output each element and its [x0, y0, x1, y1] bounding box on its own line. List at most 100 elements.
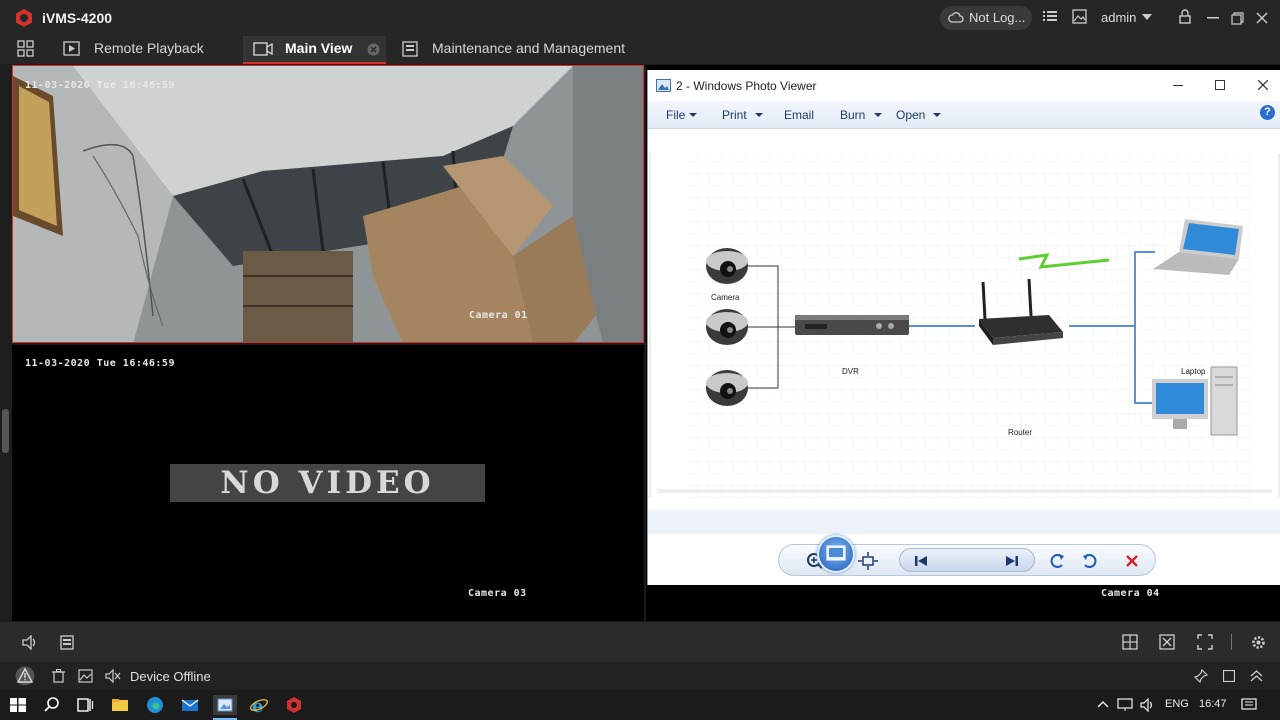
- mute-icon[interactable]: [105, 669, 121, 683]
- menu-print[interactable]: Print: [722, 108, 747, 122]
- video-pane-1[interactable]: 11-03-2020 Tue 16:46:59 Camera 01: [12, 65, 644, 343]
- photo-viewer-title: 2 - Windows Photo Viewer: [676, 79, 817, 93]
- chevron-up-icon[interactable]: [1250, 670, 1263, 682]
- cloud-icon: [948, 12, 964, 23]
- panel-collapse-handle[interactable]: [2, 409, 9, 453]
- lock-icon[interactable]: [1179, 9, 1191, 24]
- toolbar-divider: [1231, 634, 1232, 650]
- close-all-windows-icon[interactable]: [1159, 634, 1175, 650]
- previous-icon[interactable]: [908, 548, 934, 574]
- user-menu[interactable]: admin: [1101, 10, 1136, 25]
- chevron-down-icon[interactable]: [933, 113, 941, 117]
- osd-camera-label: Camera 04: [1101, 588, 1160, 599]
- osd-camera-label: Camera 01: [469, 310, 528, 321]
- tab-label: Remote Playback: [94, 40, 204, 56]
- no-video-banner: NO VIDEO: [170, 464, 485, 502]
- fullscreen-icon[interactable]: [1197, 634, 1213, 650]
- menu-burn[interactable]: Burn: [840, 108, 865, 122]
- internet-explorer-icon[interactable]: e: [249, 695, 269, 715]
- chevron-down-icon[interactable]: [689, 113, 697, 117]
- playback-icon: [63, 41, 80, 56]
- hikvision-logo-icon: [16, 9, 32, 27]
- photo-viewer-app-icon: [656, 79, 671, 92]
- diagram-label-dvr: DVR: [842, 367, 859, 376]
- close-icon[interactable]: [1258, 80, 1268, 90]
- minimize-icon[interactable]: [1173, 85, 1183, 87]
- diagram-label-laptop: Laptop: [1181, 367, 1206, 376]
- module-tab-bar: Remote Playback Main View Maintenance an…: [0, 36, 1280, 64]
- menu-open[interactable]: Open: [896, 108, 925, 122]
- tab-maintenance[interactable]: Maintenance and Management: [394, 36, 654, 64]
- task-view-icon[interactable]: [75, 695, 95, 715]
- diagram-label-camera: Camera: [711, 293, 740, 302]
- delete-icon[interactable]: [1119, 548, 1145, 574]
- alarm-warning-icon[interactable]: [14, 666, 36, 686]
- maximize-icon[interactable]: [1215, 80, 1225, 90]
- maximize-icon[interactable]: [1223, 670, 1235, 682]
- dvr-device-icon: [795, 315, 909, 335]
- image-icon[interactable]: [1072, 9, 1087, 24]
- search-icon[interactable]: [42, 695, 62, 715]
- chevron-down-icon[interactable]: [874, 113, 882, 117]
- network-icon[interactable]: [1117, 698, 1135, 712]
- audio-icon[interactable]: [22, 635, 39, 650]
- rotate-clockwise-icon[interactable]: [1076, 548, 1102, 574]
- slideshow-button[interactable]: [817, 535, 855, 573]
- clock[interactable]: 16:47: [1199, 698, 1227, 710]
- help-icon[interactable]: ?: [1260, 105, 1275, 120]
- camera-feed-image: [13, 66, 643, 342]
- tab-label: Main View: [285, 40, 353, 56]
- restore-icon[interactable]: [1231, 12, 1244, 25]
- next-icon[interactable]: [999, 548, 1025, 574]
- video-pane-3[interactable]: 11-03-2020 Tue 16:46:59 NO VIDEO Camera …: [12, 345, 644, 621]
- dome-camera-icon: [706, 370, 748, 406]
- windows-start-icon[interactable]: [8, 695, 28, 715]
- file-explorer-icon[interactable]: [110, 695, 130, 715]
- mail-icon[interactable]: [180, 695, 200, 715]
- close-tab-icon[interactable]: [367, 43, 380, 56]
- photo-viewer-window: 2 - Windows Photo Viewer File Print Emai…: [647, 70, 1280, 585]
- volume-icon[interactable]: [1140, 698, 1156, 712]
- recording-icon[interactable]: [60, 635, 74, 650]
- trash-icon[interactable]: [52, 669, 65, 683]
- rotate-counterclockwise-icon[interactable]: [1045, 548, 1071, 574]
- camera-view-icon: [253, 42, 273, 56]
- cloud-status: Not Log...: [969, 10, 1026, 25]
- dome-camera-icon: [706, 248, 748, 284]
- osd-camera-label: Camera 03: [468, 588, 527, 599]
- language-indicator[interactable]: ENG: [1165, 698, 1189, 710]
- chevron-down-icon[interactable]: [755, 113, 763, 117]
- edge-browser-icon[interactable]: [145, 695, 165, 715]
- device-status-text: Device Offline: [130, 669, 211, 684]
- ivms-taskbar-icon[interactable]: [284, 695, 304, 715]
- cloud-login-button[interactable]: Not Log...: [940, 6, 1032, 30]
- slideshow-icon: [826, 545, 846, 561]
- tab-remote-playback[interactable]: Remote Playback: [55, 36, 235, 64]
- tray-expand-icon[interactable]: [1097, 700, 1109, 708]
- gear-icon[interactable]: [1250, 634, 1267, 651]
- photo-viewer-titlebar[interactable]: 2 - Windows Photo Viewer: [648, 70, 1280, 101]
- windows-taskbar: e ENG 16:47: [0, 690, 1280, 720]
- grid-menu-icon[interactable]: [17, 40, 34, 57]
- picture-icon[interactable]: [78, 669, 93, 683]
- maintenance-icon: [402, 41, 418, 57]
- app-title: iVMS-4200: [42, 10, 113, 26]
- close-icon[interactable]: [1256, 12, 1268, 24]
- window-layout-icon[interactable]: [1122, 634, 1138, 650]
- pin-icon[interactable]: [1194, 669, 1208, 683]
- menu-file[interactable]: File: [666, 108, 685, 122]
- osd-timestamp: 11-03-2020 Tue 16:46:59: [25, 80, 175, 91]
- dome-camera-icon: [706, 309, 748, 345]
- photo-viewer-taskbar-icon[interactable]: [213, 695, 237, 715]
- tab-main-view[interactable]: Main View: [243, 36, 386, 64]
- list-icon[interactable]: [1043, 9, 1057, 23]
- svg-text:e: e: [252, 696, 263, 715]
- title-bar: iVMS-4200 Not Log... admin: [0, 0, 1280, 36]
- photo-viewer-controls: [648, 502, 1280, 585]
- actual-size-icon[interactable]: [855, 548, 881, 574]
- notification-icon[interactable]: [1241, 698, 1257, 712]
- minimize-icon[interactable]: [1207, 17, 1219, 19]
- menu-email[interactable]: Email: [784, 108, 814, 122]
- chevron-down-icon[interactable]: [1142, 13, 1152, 21]
- photo-viewer-image: Camera DVR Router Laptop PC: [649, 149, 1280, 528]
